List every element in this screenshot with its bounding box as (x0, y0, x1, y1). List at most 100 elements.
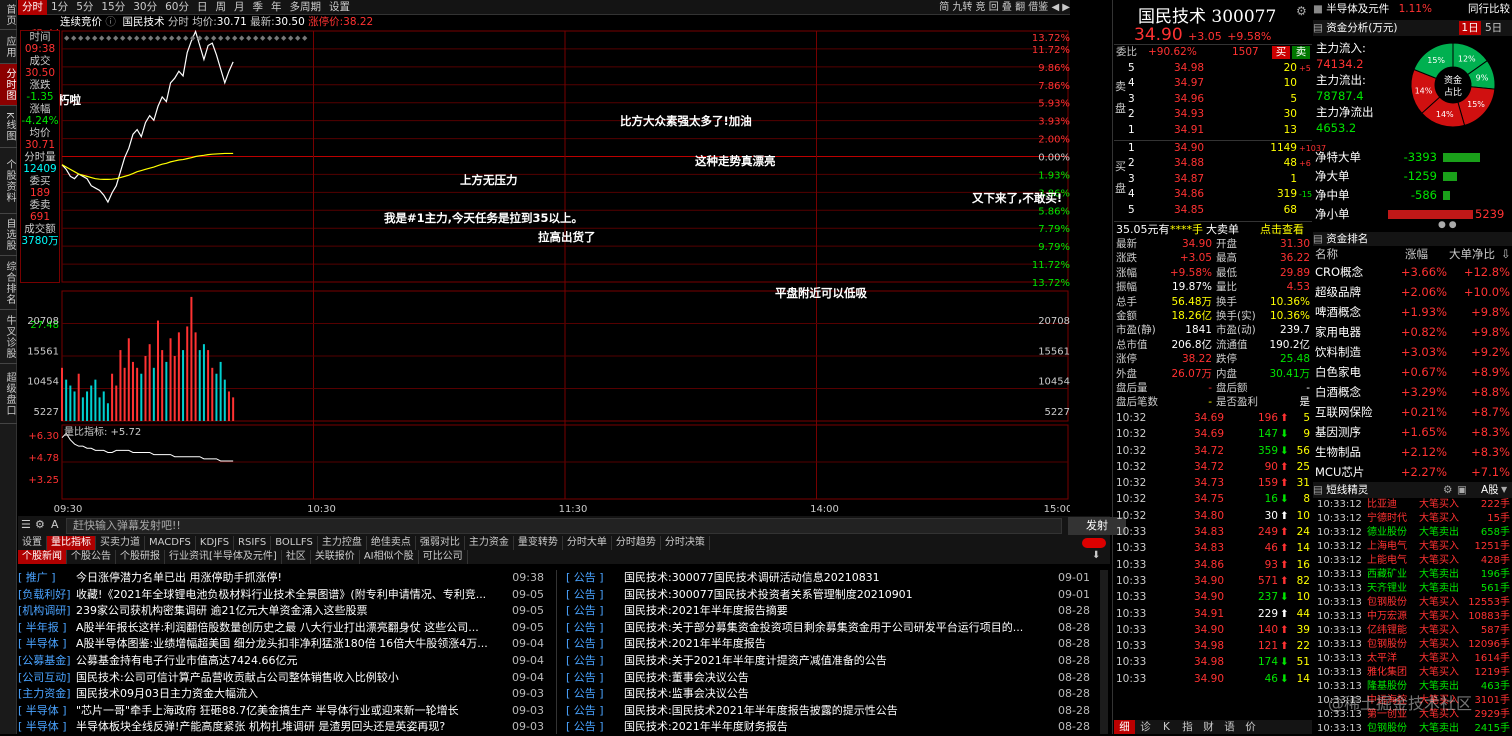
news-tab-3[interactable]: 行业资讯[半导体及元件] (165, 550, 282, 564)
jingling-row[interactable]: 10:33:13 西藏矿业 大笔卖出 196手 (1313, 568, 1512, 582)
sidebar-tab-3[interactable]: K线图 (0, 106, 17, 148)
news-item[interactable]: [ 公告 ] 国民技术:300077国民技术调研活动信息20210831 09-01 (566, 570, 1094, 587)
rank-row[interactable]: 啤酒概念 +1.93% +9.8% (1313, 302, 1512, 322)
period-tab-12[interactable]: 设置 (325, 0, 354, 15)
col-change[interactable]: 涨幅 (1405, 246, 1428, 262)
news-title[interactable]: 半导体板块全线反弹!产能高度紧张 机构扎堆调研 是渣男回头还是英姿再现? (76, 720, 445, 733)
sell-order-row[interactable]: 5 34.98 20 +5 (1114, 61, 1312, 76)
jl-stock[interactable]: 德业股份 (1367, 526, 1407, 540)
indicator-tab-1[interactable]: 量比指标 (47, 536, 96, 550)
jl-stock[interactable]: 比亚迪 (1367, 498, 1397, 512)
jingling-row[interactable]: 10:33:12 上能电气 大笔买入 428手 (1313, 554, 1512, 568)
indicator-tab-7[interactable]: 主力控盘 (318, 536, 367, 550)
tick-tab-2[interactable]: K (1156, 720, 1177, 734)
rank-row[interactable]: 白酒概念 +3.29% +8.8% (1313, 382, 1512, 402)
sell-order-row[interactable]: 3 34.96 5 (1114, 92, 1312, 107)
news-title[interactable]: 国民技术:300077国民技术投资者关系管理制度20210901 (624, 588, 913, 601)
sidebar-tab-8[interactable]: 超级盘口 (0, 364, 17, 424)
rank-row[interactable]: CRO概念 +3.66% +12.8% (1313, 262, 1512, 282)
period-tab-3[interactable]: 15分 (97, 0, 129, 15)
sidebar-tab-2[interactable]: 分时图 (0, 64, 17, 106)
jingling-row[interactable]: 10:33:13 亿纬锂能 大笔买入 587手 (1313, 624, 1512, 638)
tick-tab-5[interactable]: 语 (1219, 720, 1240, 734)
jingling-row[interactable]: 10:33:12 上海电气 大笔买入 1251手 (1313, 540, 1512, 554)
news-item[interactable]: [ 公告 ] 国民技术:300077国民技术投资者关系管理制度20210901 09… (566, 587, 1094, 604)
gear-icon[interactable]: ⚙ (35, 518, 45, 531)
rank-row[interactable]: 生物制品 +2.12% +8.3% (1313, 442, 1512, 462)
news-title[interactable]: 国民技术:2021年半年度报告 (624, 637, 766, 650)
tick-tab-3[interactable]: 指 (1177, 720, 1198, 734)
sidebar-tab-5[interactable]: 自选股 (0, 214, 17, 256)
market-select[interactable]: A股 (1481, 482, 1499, 498)
news-title[interactable]: 国民技术:300077国民技术调研活动信息20210831 (624, 571, 880, 584)
gear-icon[interactable]: ⚙ (1296, 4, 1307, 18)
indicator-tab-10[interactable]: 主力资金 (465, 536, 514, 550)
news-tab-1[interactable]: 个股公告 (67, 550, 116, 564)
list-icon[interactable]: ☰ (21, 518, 31, 531)
period-tab-8[interactable]: 月 (230, 0, 249, 15)
news-title[interactable]: 国民技术09月03日主力资金大幅流入 (76, 687, 258, 700)
col-name[interactable]: 名称 (1315, 246, 1338, 262)
news-title[interactable]: 239家公司获机构密集调研 逾21亿元大单资金涌入这些股票 (76, 604, 368, 617)
news-title[interactable]: 国民技术:国民技术2021年半年度报告披露的提示性公告 (624, 704, 898, 717)
period-tab-2[interactable]: 5分 (72, 0, 97, 15)
news-item[interactable]: [公司互动] 国民技术:公司可信计算产品营收贡献占公司整体销售收入比例较小 09-0… (18, 670, 548, 687)
chevron-down-icon[interactable]: ▼ (1501, 482, 1507, 498)
tick-tab-4[interactable]: 财 (1198, 720, 1219, 734)
news-tab-7[interactable]: 可比公司 (419, 550, 468, 564)
sell-order-row[interactable]: 4 34.97 10 (1114, 76, 1312, 91)
jl-stock[interactable]: 太平洋 (1367, 652, 1397, 666)
big-sell-link[interactable]: 点击查看 (1260, 222, 1304, 237)
news-item[interactable]: [ 公告 ] 国民技术:2021年半年度报告 08-28 (566, 636, 1094, 653)
rank-row[interactable]: 基因测序 +1.65% +8.3% (1313, 422, 1512, 442)
buy-order-row[interactable]: 4 34.86 319 -15 (1114, 187, 1312, 202)
indicator-tab-12[interactable]: 分时大单 (563, 536, 612, 550)
news-title[interactable]: 国民技术:2021年半年度报告摘要 (624, 604, 788, 617)
sort-desc-icon[interactable]: ⇩ (1501, 246, 1511, 262)
sell-button[interactable]: 卖 (1292, 46, 1310, 59)
big-sell-row[interactable]: 35.05元有 ****手 大卖单 点击查看 (1114, 221, 1312, 236)
rank-row[interactable]: 家用电器 +0.82% +9.8% (1313, 322, 1512, 342)
rank-row[interactable]: 互联网保险 +0.21% +8.7% (1313, 402, 1512, 422)
news-item[interactable]: [ 公告 ] 国民技术:关于部分募集资金投资项目剩余募集资金用于公司研发平台运行项… (566, 620, 1094, 637)
fund-pie-chart[interactable]: 12% 9% 15% 14% 14% 15% 资金占比 (1408, 40, 1498, 130)
danmaku-input[interactable]: 赶快输入弹幕发射吧!! (66, 518, 1062, 534)
jingling-row[interactable]: 10:33:13 包钢股份 大笔买入 12553手 (1313, 596, 1512, 610)
news-item[interactable]: [ 公告 ] 国民技术:监事会决议公告 08-28 (566, 686, 1094, 703)
sidebar-tab-4[interactable]: 个股资料 (0, 148, 17, 214)
jl-stock[interactable]: 天齐锂业 (1367, 582, 1407, 596)
tick-tab-0[interactable]: 细 (1114, 720, 1135, 734)
intraday-chart[interactable]: 36.2229.0127.4813.72%11.72%9.86%7.86%5.9… (18, 29, 1070, 515)
period-tab-7[interactable]: 周 (212, 0, 231, 15)
jl-stock[interactable]: 宁德时代 (1367, 512, 1407, 526)
buy-order-row[interactable]: 3 34.87 1 (1114, 172, 1312, 187)
news-item[interactable]: [ 推广 ] 今日涨停潜力名单已出 用涨停助手抓涨停! 09:38 (18, 570, 548, 587)
buy-order-row[interactable]: 1 34.90 1149 +1037 (1114, 141, 1326, 156)
rank-row[interactable]: 超级品牌 +2.06% +10.0% (1313, 282, 1512, 302)
tab-5day[interactable]: 5日 (1485, 20, 1502, 36)
jingling-row[interactable]: 10:33:12 宁德时代 大笔买入 15手 (1313, 512, 1512, 526)
sidebar-tab-1[interactable]: 应用 (0, 30, 17, 64)
chart-tools[interactable]: 简 九转 竞 回 叠 翻 借鉴 ◀ ▶ (924, 0, 1070, 15)
tab-1day[interactable]: 1日 (1459, 21, 1481, 35)
news-title[interactable]: 国民技术:监事会决议公告 (624, 687, 749, 700)
jingling-row[interactable]: 10:33:12 德业股份 大笔卖出 658手 (1313, 526, 1512, 540)
period-tab-9[interactable]: 季 (249, 0, 268, 15)
news-title[interactable]: A股半年报长这样:利润翻倍股数量创历史之最 八大行业打出漂亮翻身仗 这些公司..… (76, 621, 479, 634)
period-tab-0[interactable]: 分时 (18, 0, 47, 15)
sidebar-tab-7[interactable]: 牛叉诊股 (0, 310, 17, 364)
news-title[interactable]: 国民技术:2021年半年度财务报告 (624, 720, 788, 733)
news-title[interactable]: 国民技术:公司可信计算产品营收贡献占公司整体销售收入比例较小 (76, 671, 399, 684)
buy-order-row[interactable]: 5 34.85 68 (1114, 203, 1312, 218)
indicator-tab-2[interactable]: 买卖力道 (96, 536, 145, 550)
jingling-row[interactable]: 10:33:12 比亚迪 大笔买入 222手 (1313, 498, 1512, 512)
jl-stock[interactable]: 中万宏源 (1367, 610, 1407, 624)
sector-name[interactable]: 半导体及元件 (1326, 3, 1389, 15)
news-item[interactable]: [ 公告 ] 国民技术:2021年半年度财务报告 08-28 (566, 719, 1094, 736)
period-tab-6[interactable]: 日 (193, 0, 212, 15)
news-title[interactable]: 国民技术:董事会决议公告 (624, 671, 749, 684)
news-title[interactable]: 收藏!《2021年全球锂电池负极材料行业技术全景图谱》(附专利申请情况、专利竞.… (76, 588, 486, 601)
jingling-row[interactable]: 10:33:13 中万宏源 大笔买入 10883手 (1313, 610, 1512, 624)
news-item[interactable]: [ 半年报 ] A股半年报长这样:利润翻倍股数量创历史之最 八大行业打出漂亮翻身仗… (18, 620, 548, 637)
gear-icon[interactable]: ⚙ (1443, 482, 1452, 498)
